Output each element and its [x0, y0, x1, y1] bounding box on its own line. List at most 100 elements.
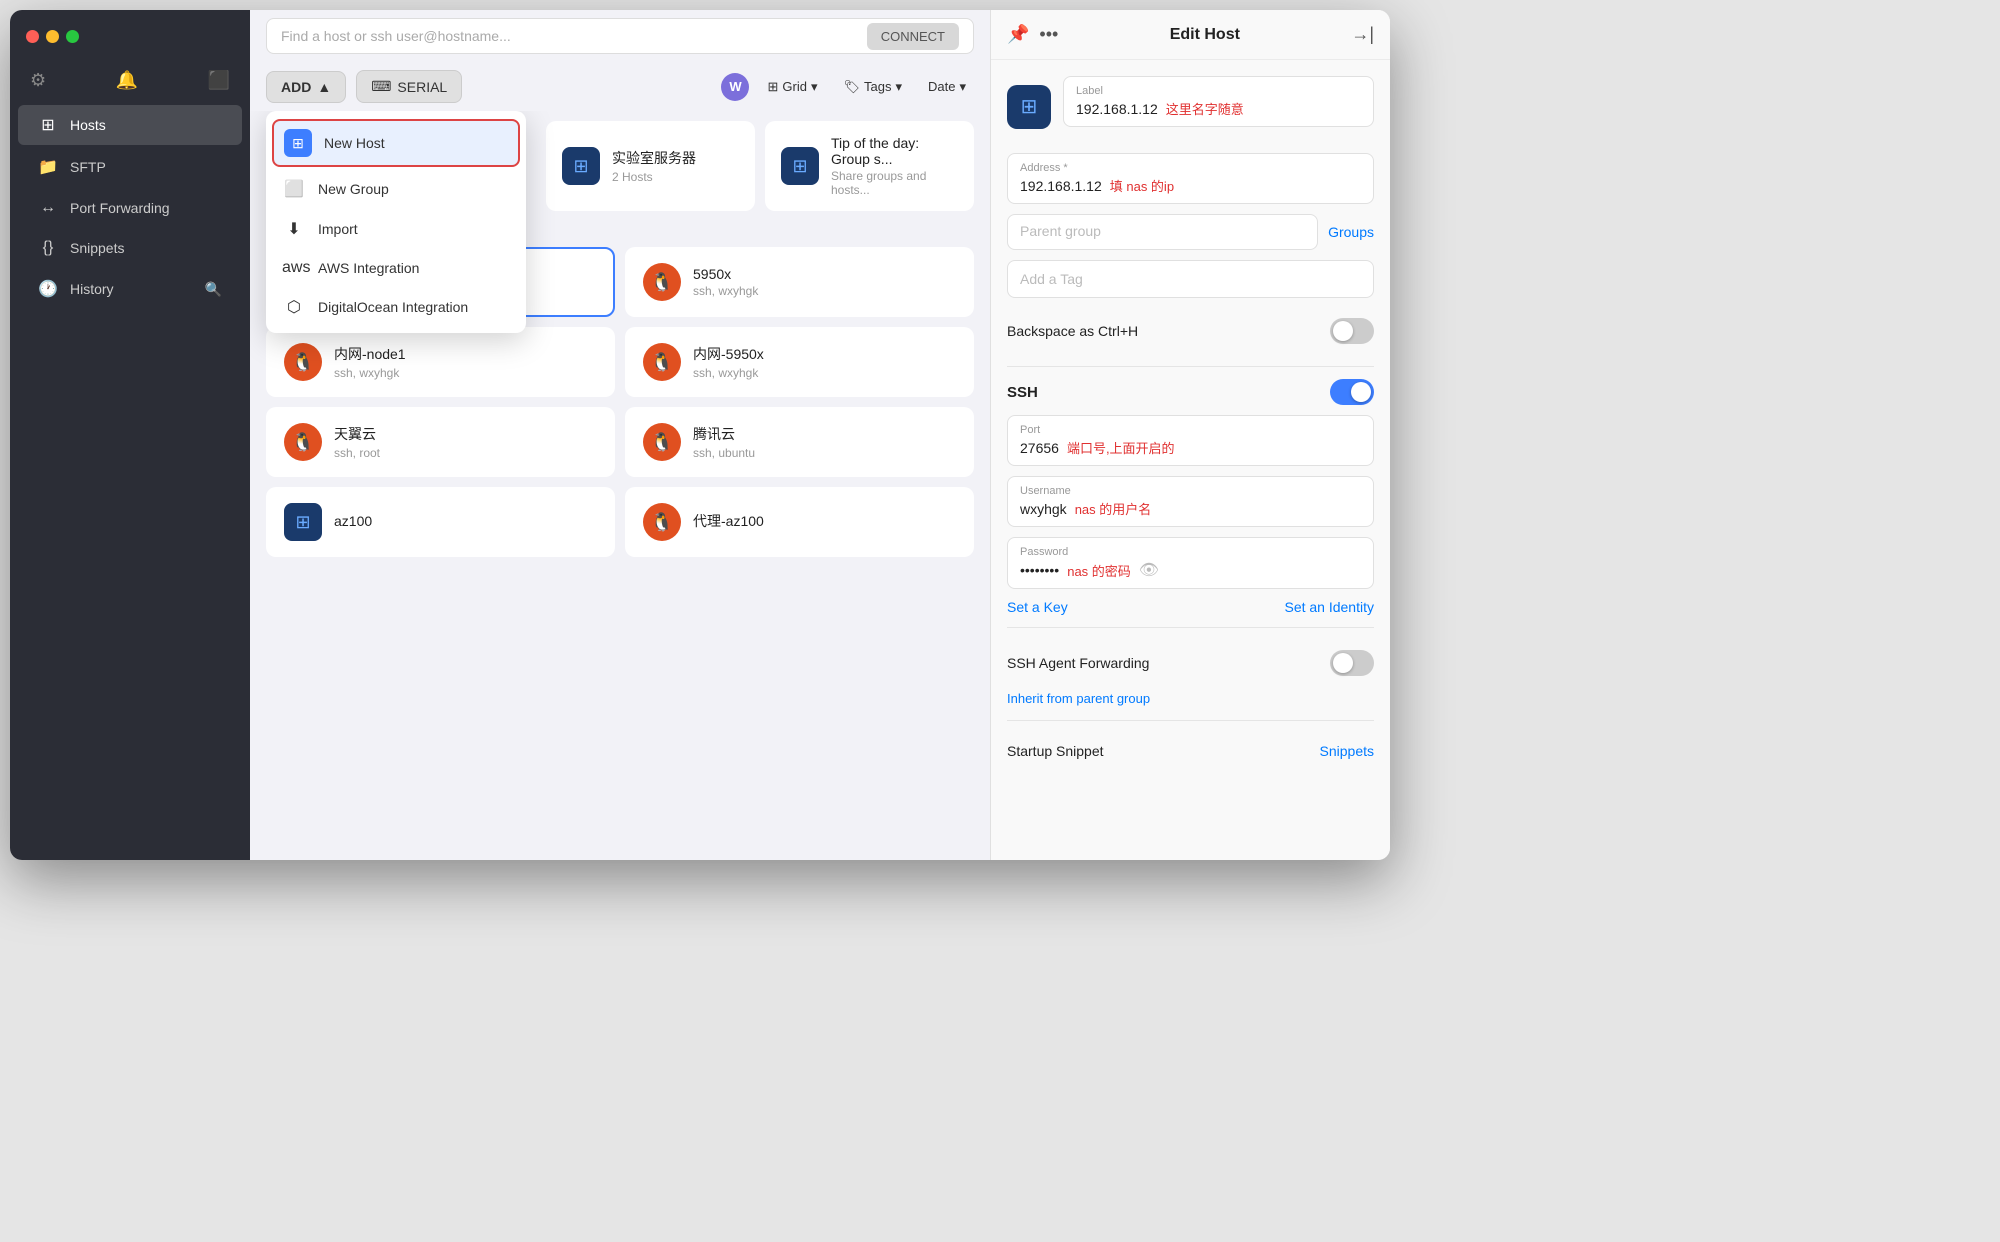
close-button[interactable]	[26, 30, 39, 43]
password-eye-icon[interactable]: 👁	[1139, 560, 1159, 580]
host-sub-3: ssh, wxyhgk	[334, 366, 597, 380]
lab-server-icon: ⊞	[562, 147, 600, 185]
ssh-agent-toggle-thumb	[1333, 653, 1353, 673]
tags-button[interactable]: 🏷 Tags ▾	[835, 74, 910, 100]
snippets-label: Snippets	[70, 240, 222, 256]
host-name-4: 内网-5950x	[693, 344, 956, 364]
port-annotation: 端口号,上面开启的	[1067, 438, 1175, 457]
port-forwarding-label: Port Forwarding	[70, 200, 222, 216]
tag-placeholder: Add a Tag	[1020, 271, 1083, 287]
address-field-label: Address *	[1020, 162, 1361, 174]
new-host-label: New Host	[324, 135, 385, 151]
host-sub-4: ssh, wxyhgk	[693, 366, 956, 380]
sidebar-item-sftp[interactable]: 📁 SFTP	[18, 147, 242, 187]
new-group-menu-item[interactable]: ⬜ New Group	[266, 169, 526, 209]
parent-group-field[interactable]: Parent group	[1007, 214, 1318, 250]
app-window: ⚙ 🔔 ⬛ ⊞ Hosts 📁 SFTP ↔ Port Forwarding {…	[10, 10, 1390, 860]
lab-server-info: 实验室服务器 2 Hosts	[612, 148, 739, 184]
new-host-menu-item[interactable]: ⊞ New Host	[272, 119, 520, 167]
host-card-neiwang-node1[interactable]: 🐧 内网-node1 ssh, wxyhgk	[266, 327, 615, 397]
port-field-label: Port	[1020, 424, 1361, 436]
sidebar-item-hosts[interactable]: ⊞ Hosts	[18, 105, 242, 145]
address-field-container[interactable]: Address * 192.168.1.12 填 nas 的ip	[1007, 153, 1374, 204]
notification-icon[interactable]: 🔔	[116, 70, 138, 91]
digitalocean-label: DigitalOcean Integration	[318, 299, 468, 315]
label-field-container: Label 192.168.1.12 这里名字随意	[1063, 76, 1374, 127]
set-key-link[interactable]: Set a Key	[1007, 599, 1068, 615]
host-card-neiwang-5950x[interactable]: 🐧 内网-5950x ssh, wxyhgk	[625, 327, 974, 397]
host-name-3: 内网-node1	[334, 344, 597, 364]
add-chevron-icon: ▲	[317, 79, 331, 95]
host-card-5950x[interactable]: 🐧 5950x ssh, wxyhgk	[625, 247, 974, 317]
history-search-icon[interactable]: 🔍	[205, 281, 222, 298]
host-name-7: az100	[334, 513, 597, 529]
user-avatar[interactable]: W	[721, 73, 749, 101]
panel-label-group: Label 192.168.1.12 这里名字随意	[1063, 76, 1374, 137]
username-value-text[interactable]: wxyhgk	[1020, 501, 1067, 517]
backspace-toggle[interactable]	[1330, 318, 1374, 344]
groups-link[interactable]: Groups	[1328, 224, 1374, 240]
maximize-button[interactable]	[66, 30, 79, 43]
password-field-value: •••••••• nas 的密码 👁	[1020, 560, 1361, 580]
password-field-container[interactable]: Password •••••••• nas 的密码 👁	[1007, 537, 1374, 589]
digitalocean-menu-item[interactable]: ⬡ DigitalOcean Integration	[266, 287, 526, 327]
snippets-link[interactable]: Snippets	[1320, 743, 1374, 759]
import-menu-item[interactable]: ⬇ Import	[266, 209, 526, 249]
tags-chevron-icon: ▾	[895, 79, 902, 95]
pin-icon[interactable]: 📌	[1007, 24, 1029, 45]
tip-card[interactable]: ⊞ Tip of the day: Group s... Share group…	[765, 121, 974, 211]
startup-snippet-label: Startup Snippet	[1007, 743, 1104, 759]
serial-button[interactable]: ⌨ SERIAL	[356, 70, 462, 103]
address-value-text[interactable]: 192.168.1.12	[1020, 178, 1102, 194]
lab-server-card[interactable]: ⊞ 实验室服务器 2 Hosts	[546, 121, 755, 211]
host-card-tianyiyun[interactable]: 🐧 天翼云 ssh, root	[266, 407, 615, 477]
host-card-az100[interactable]: ⊞ az100	[266, 487, 615, 557]
divider-1	[1007, 366, 1374, 367]
host-icon-orange-3: 🐧	[284, 343, 322, 381]
date-button[interactable]: Date ▾	[920, 74, 974, 100]
add-button[interactable]: ADD ▲	[266, 71, 346, 103]
ssh-agent-toggle[interactable]	[1330, 650, 1374, 676]
sidebar-item-history[interactable]: 🕐 History 🔍	[18, 269, 242, 309]
lab-server-sub: 2 Hosts	[612, 170, 739, 184]
host-icon-orange-5: 🐧	[284, 423, 322, 461]
grid-view-button[interactable]: ⊞ Grid ▾	[759, 74, 825, 100]
port-value-text[interactable]: 27656	[1020, 440, 1059, 456]
grid-chevron-icon: ▾	[811, 79, 818, 95]
username-field-container[interactable]: Username wxyhgk nas 的用户名	[1007, 476, 1374, 527]
label-value-text[interactable]: 192.168.1.12	[1076, 101, 1158, 117]
tags-icon: 🏷	[843, 79, 860, 95]
tip-sub: Share groups and hosts...	[831, 169, 958, 197]
group-cards-grid: ⊞ 实验室服务器 2 Hosts ⊞ Tip of the day: Group…	[546, 121, 974, 211]
host-icon-blue-7: ⊞	[284, 503, 322, 541]
sidebar-item-port-forwarding[interactable]: ↔ Port Forwarding	[18, 189, 242, 227]
host-card-tengxunyun[interactable]: 🐧 腾讯云 ssh, ubuntu	[625, 407, 974, 477]
settings-icon[interactable]: ⚙	[30, 70, 46, 91]
sidebar-item-snippets[interactable]: {} Snippets	[18, 229, 242, 267]
sidebar-icons-row: ⚙ 🔔 ⬛	[10, 62, 250, 103]
host-card-daili-az100[interactable]: 🐧 代理-az100	[625, 487, 974, 557]
sidebar: ⚙ 🔔 ⬛ ⊞ Hosts 📁 SFTP ↔ Port Forwarding {…	[10, 10, 250, 860]
serial-label: SERIAL	[397, 79, 447, 95]
ssh-toggle[interactable]	[1330, 379, 1374, 405]
hosts-label: Hosts	[70, 117, 222, 133]
tag-field[interactable]: Add a Tag	[1007, 260, 1374, 298]
snippets-icon: {}	[38, 239, 58, 257]
more-options-icon[interactable]: •••	[1039, 24, 1058, 45]
terminal-icon[interactable]: ⬛	[208, 70, 230, 91]
add-label: ADD	[281, 79, 311, 95]
port-field-container[interactable]: Port 27656 端口号,上面开启的	[1007, 415, 1374, 466]
panel-close-arrow-icon[interactable]: →|	[1351, 24, 1374, 45]
host-info-7: az100	[334, 513, 597, 531]
label-field-value: 192.168.1.12 这里名字随意	[1076, 99, 1361, 118]
password-value-text[interactable]: ••••••••	[1020, 562, 1059, 578]
search-bar[interactable]: Find a host or ssh user@hostname... CONN…	[266, 18, 974, 54]
sidebar-titlebar	[10, 10, 250, 62]
inherit-link[interactable]: Inherit from parent group	[1007, 691, 1150, 706]
minimize-button[interactable]	[46, 30, 59, 43]
set-identity-link[interactable]: Set an Identity	[1284, 599, 1374, 615]
ssh-toggle-thumb	[1351, 382, 1371, 402]
aws-menu-item[interactable]: aws AWS Integration	[266, 249, 526, 287]
address-field-value: 192.168.1.12 填 nas 的ip	[1020, 176, 1361, 195]
connect-button[interactable]: CONNECT	[867, 23, 959, 50]
